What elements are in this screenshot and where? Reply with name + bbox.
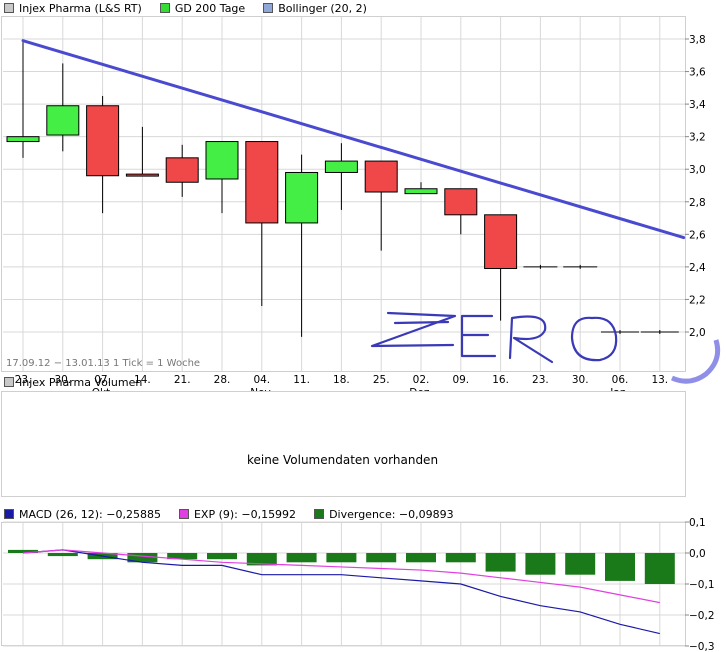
divergence-bar bbox=[565, 553, 596, 575]
macd-chart: 0,1 0,0 −0,1 −0,2 −0,3 bbox=[3, 517, 715, 652]
divergence-bar bbox=[406, 553, 436, 563]
divergence-bar bbox=[445, 553, 476, 563]
macd-y-tick-label: −0,2 bbox=[689, 610, 715, 622]
divergence-bar bbox=[525, 553, 556, 575]
divergence-bar bbox=[326, 553, 357, 563]
divergence-bar bbox=[605, 553, 635, 581]
divergence-bar bbox=[485, 553, 516, 572]
divergence-bar bbox=[286, 553, 317, 563]
divergence-bar bbox=[207, 553, 237, 560]
macd-y-tick-label: −0,1 bbox=[689, 579, 715, 591]
divergence-bar bbox=[644, 553, 675, 584]
divergence-bar bbox=[47, 553, 78, 557]
macd-y-tick-label: 0,0 bbox=[689, 548, 706, 560]
divergence-bar bbox=[366, 553, 397, 563]
macd-y-tick-label: −0,3 bbox=[689, 641, 715, 652]
macd-y-tick-label: 0,1 bbox=[689, 517, 706, 529]
